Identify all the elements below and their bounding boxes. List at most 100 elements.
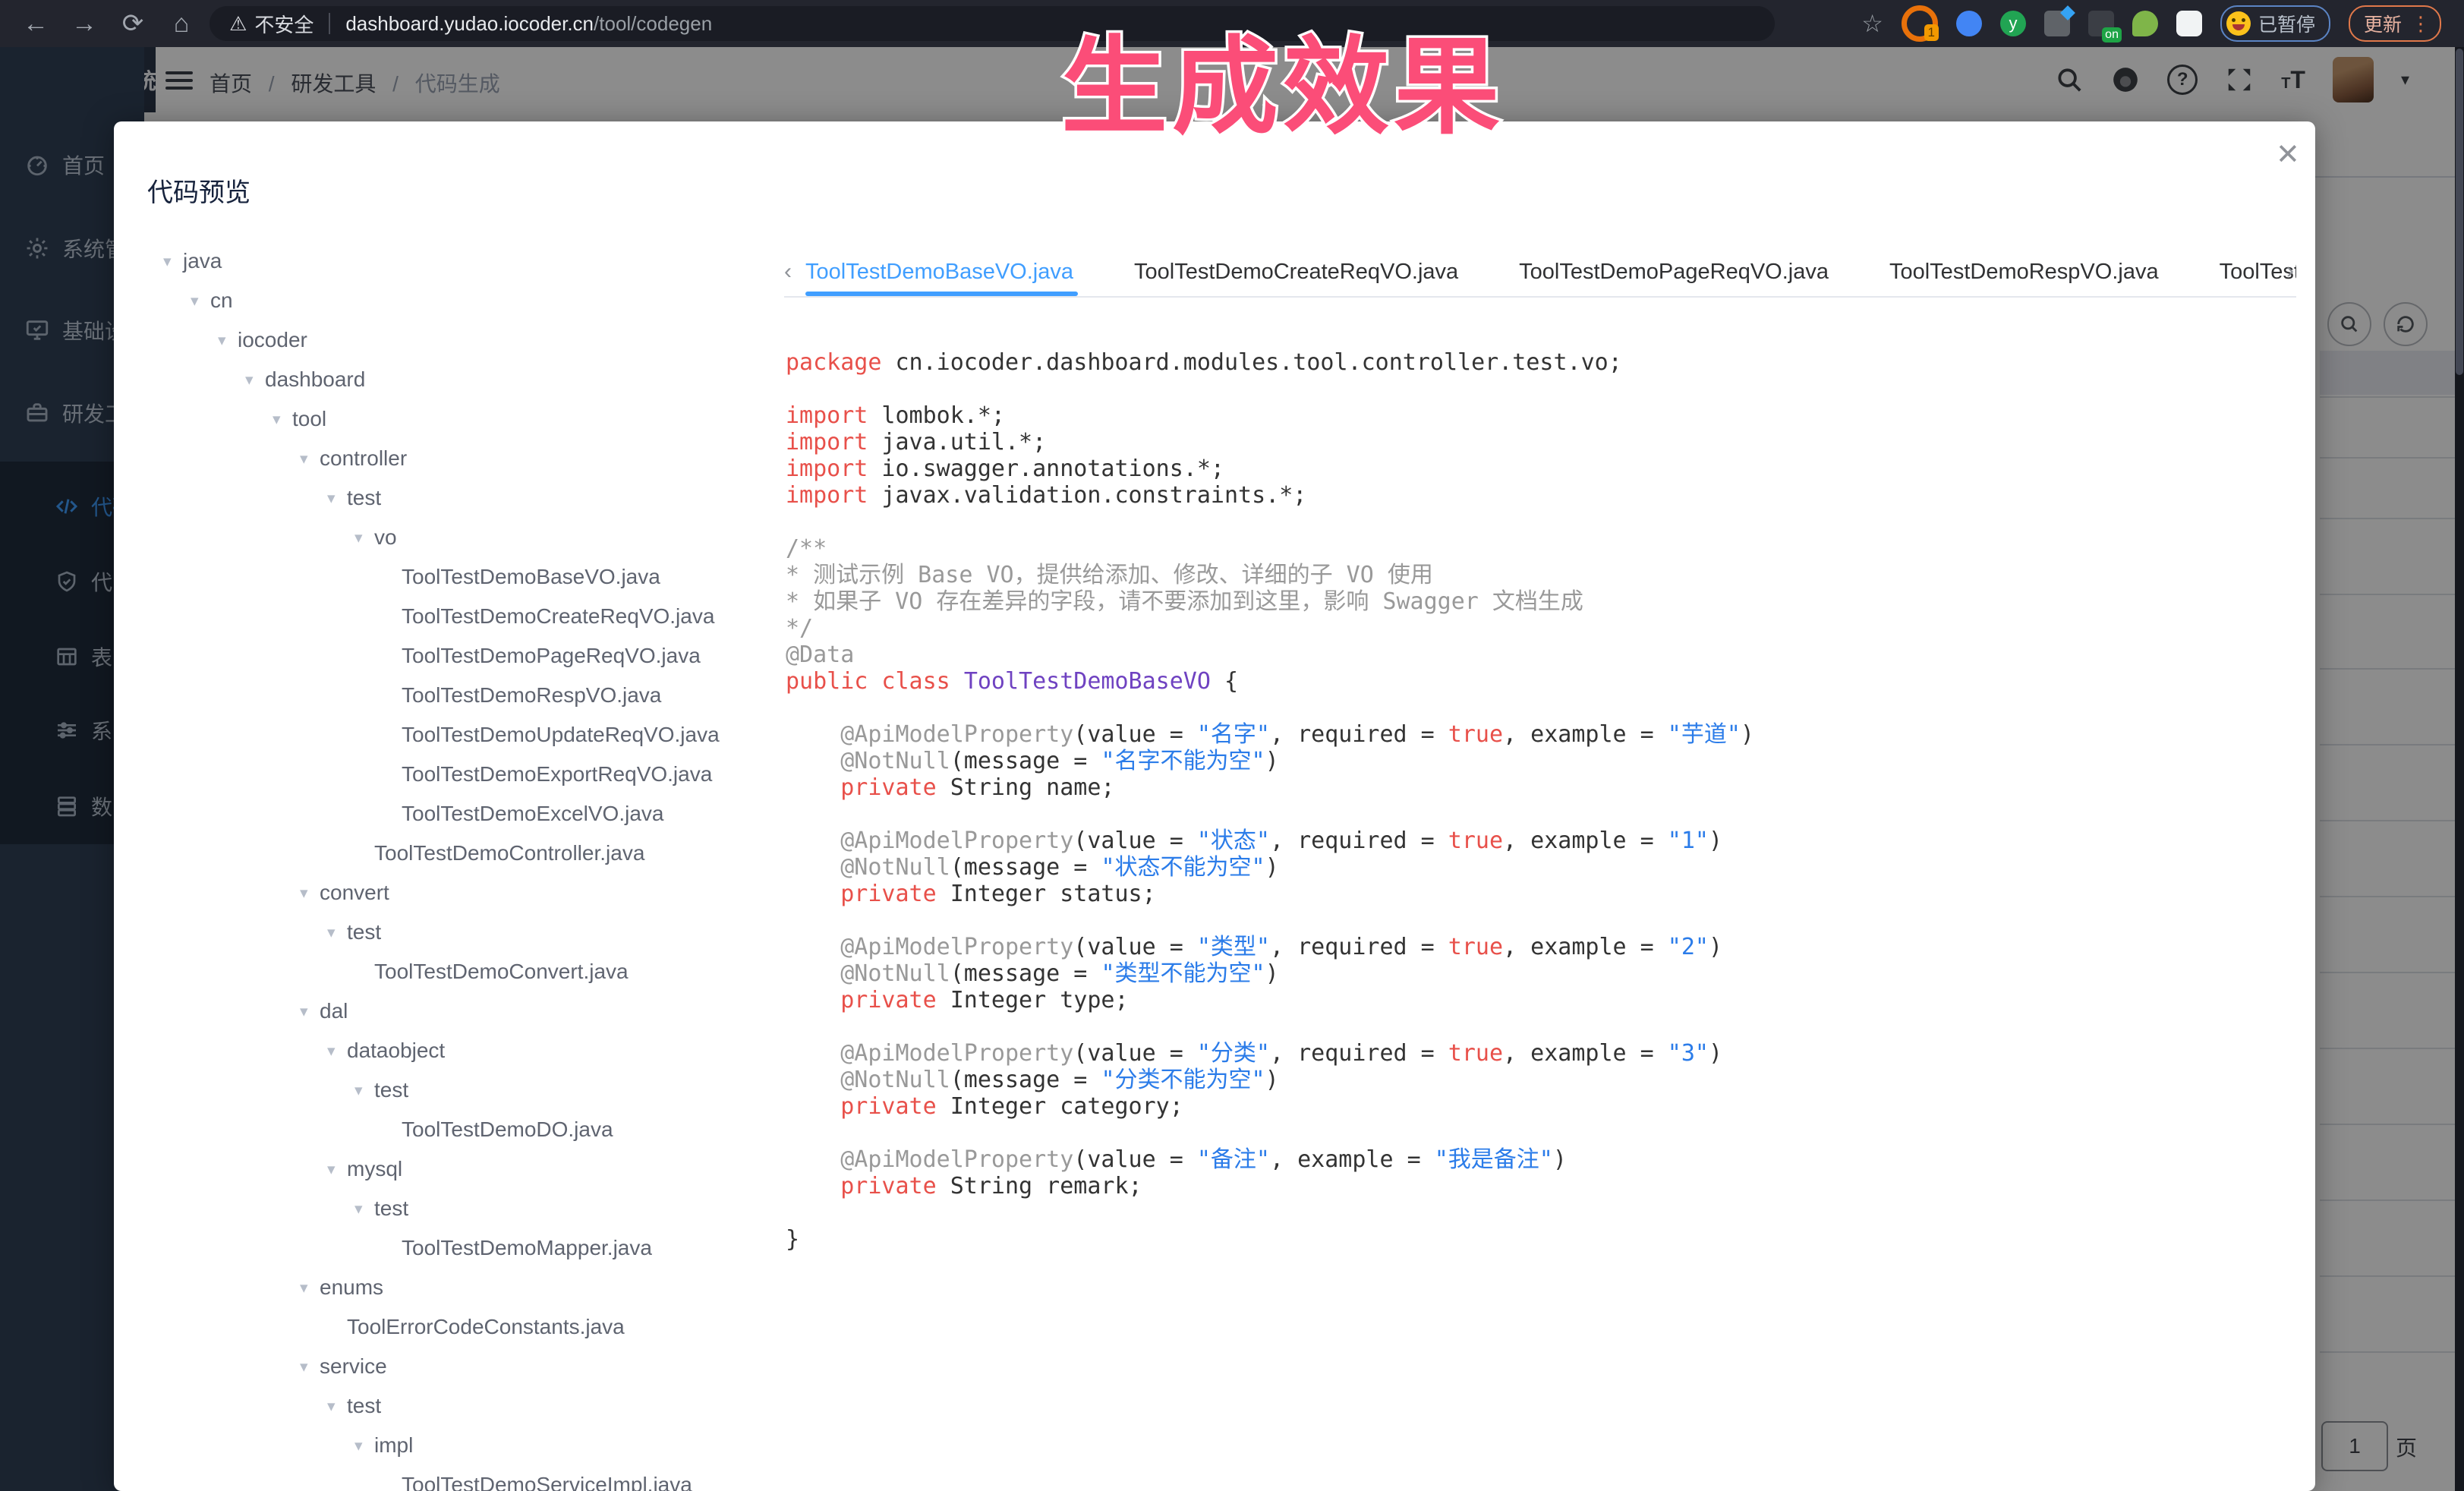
code-preview-dialog: 代码预览 ✕ ▾java▾cn▾iocoder▾dashboard▾tool▾c… <box>114 121 2315 1491</box>
tree-folder[interactable]: ▾tool <box>163 399 770 439</box>
tree-caret-icon[interactable]: ▾ <box>354 1436 374 1455</box>
tree-folder[interactable]: ▾mysql <box>163 1149 770 1189</box>
tree-file[interactable]: ▾ToolTestDemoExportReqVO.java <box>163 755 770 794</box>
tree-file[interactable]: ▾ToolTestDemoExcelVO.java <box>163 794 770 834</box>
tree-file[interactable]: ▾ToolTestDemoCreateReqVO.java <box>163 597 770 636</box>
extension-icon-grid[interactable] <box>2044 11 2070 36</box>
tree-file[interactable]: ▾ToolTestDemoUpdateReqVO.java <box>163 715 770 755</box>
tree-label: ToolTestDemoDO.java <box>402 1117 613 1142</box>
browser-menu-dots-icon[interactable]: ⋮ <box>2411 18 2431 29</box>
tree-folder[interactable]: ▾test <box>163 478 770 518</box>
scrollbar-thumb[interactable] <box>2456 49 2463 375</box>
address-bar[interactable]: ⚠ 不安全 dashboard.yudao.iocoder.cn/tool/co… <box>210 6 1775 41</box>
chrome-update-button[interactable]: 更新 ⋮ <box>2349 5 2441 42</box>
tree-caret-icon[interactable]: ▾ <box>273 410 292 429</box>
tree-folder[interactable]: ▾controller <box>163 439 770 478</box>
tree-caret-icon[interactable]: ▾ <box>327 1397 347 1416</box>
tree-file[interactable]: ▾ToolTestDemoPageReqVO.java <box>163 636 770 676</box>
code-line: @ApiModelProperty(value = "状态", required… <box>786 827 2289 854</box>
tree-folder[interactable]: ▾enums <box>163 1268 770 1307</box>
tab-3[interactable]: ToolTestDemoRespVO.java <box>1859 247 2189 296</box>
extension-icon-list[interactable]: on <box>2088 11 2114 36</box>
tree-caret-icon[interactable]: ▾ <box>300 449 320 468</box>
tree-folder[interactable]: ▾vo <box>163 518 770 557</box>
extension-icon-plant[interactable] <box>2132 11 2158 36</box>
extension-icon-orange[interactable]: 1 <box>1902 5 1938 42</box>
code-line: @ApiModelProperty(value = "备注", example … <box>786 1146 2289 1173</box>
tree-caret-icon[interactable]: ▾ <box>300 1357 320 1376</box>
tree-folder[interactable]: ▾test <box>163 913 770 952</box>
tree-caret-icon[interactable]: ▾ <box>300 1002 320 1021</box>
browser-reload-icon[interactable]: ⟳ <box>114 8 152 39</box>
tree-caret-icon[interactable]: ▾ <box>245 370 265 389</box>
tree-folder[interactable]: ▾cn <box>163 281 770 320</box>
tree-folder[interactable]: ▾dal <box>163 991 770 1031</box>
tree-label: ToolTestDemoCreateReqVO.java <box>402 604 714 629</box>
tree-label: test <box>374 1078 408 1102</box>
tree-folder[interactable]: ▾java <box>163 241 770 281</box>
paused-profile-button[interactable]: 已暂停 <box>2220 5 2330 42</box>
tree-label: dashboard <box>265 367 365 392</box>
code-line: private Integer category; <box>786 1093 2289 1120</box>
tree-caret-icon[interactable]: ▾ <box>327 489 347 508</box>
extension-icon-pin[interactable] <box>1956 11 1982 36</box>
bookmark-star-icon[interactable]: ☆ <box>1861 9 1883 38</box>
tree-label: iocoder <box>238 328 307 352</box>
tree-folder[interactable]: ▾test <box>163 1386 770 1426</box>
tree-caret-icon[interactable]: ▾ <box>191 292 210 310</box>
tree-file[interactable]: ▾ToolTestDemoController.java <box>163 834 770 873</box>
code-line: @ApiModelProperty(value = "名字", required… <box>786 721 2289 748</box>
tree-caret-icon[interactable]: ▾ <box>354 1081 374 1100</box>
extension-icon-green[interactable]: y <box>2000 11 2026 36</box>
tab-4[interactable]: ToolTestDemoUpdateReqVO.java <box>2189 247 2296 296</box>
tree-folder[interactable]: ▾service <box>163 1347 770 1386</box>
tab-2[interactable]: ToolTestDemoPageReqVO.java <box>1489 247 1859 296</box>
tree-file[interactable]: ▾ToolErrorCodeConstants.java <box>163 1307 770 1347</box>
tree-folder[interactable]: ▾convert <box>163 873 770 913</box>
tree-caret-icon[interactable]: ▾ <box>354 1199 374 1218</box>
code-line: import java.util.*; <box>786 429 2289 455</box>
tree-folder[interactable]: ▾dataobject <box>163 1031 770 1070</box>
tree-caret-icon[interactable]: ▾ <box>327 1160 347 1179</box>
code-line <box>786 801 2289 827</box>
tree-file[interactable]: ▾ToolTestDemoBaseVO.java <box>163 557 770 597</box>
tree-folder[interactable]: ▾dashboard <box>163 360 770 399</box>
tree-file[interactable]: ▾ToolTestDemoRespVO.java <box>163 676 770 715</box>
tree-label: vo <box>374 525 397 550</box>
tree-caret-icon[interactable]: ▾ <box>300 1278 320 1297</box>
tree-caret-icon[interactable]: ▾ <box>163 252 183 271</box>
code-line: } <box>786 1226 2289 1253</box>
tree-label: ToolTestDemoController.java <box>374 841 644 865</box>
tree-label: tool <box>292 407 326 431</box>
tree-folder[interactable]: ▾impl <box>163 1426 770 1465</box>
tree-file[interactable]: ▾ToolTestDemoDO.java <box>163 1110 770 1149</box>
tree-file[interactable]: ▾ToolTestDemoConvert.java <box>163 952 770 991</box>
tabs-scroll-right-icon[interactable]: › <box>2286 258 2294 284</box>
browser-forward-icon[interactable]: → <box>65 8 103 39</box>
tab-1[interactable]: ToolTestDemoCreateReqVO.java <box>1104 247 1489 296</box>
tree-file[interactable]: ▾ToolTestDemoServiceImpl.java <box>163 1465 770 1491</box>
tree-caret-icon[interactable]: ▾ <box>354 528 374 547</box>
tree-caret-icon[interactable]: ▾ <box>327 923 347 942</box>
tree-label: dataobject <box>347 1039 445 1063</box>
tree-folder[interactable]: ▾iocoder <box>163 320 770 360</box>
security-warning-icon[interactable]: ⚠ <box>229 12 247 36</box>
security-label[interactable]: 不安全 <box>254 10 314 38</box>
tree-label: dal <box>320 999 348 1023</box>
close-icon[interactable]: ✕ <box>2276 140 2300 170</box>
tree-folder[interactable]: ▾test <box>163 1070 770 1110</box>
browser-home-icon[interactable]: ⌂ <box>162 8 200 39</box>
screenshot-root: ← → ⟳ ⌂ ⚠ 不安全 dashboard.yudao.iocoder.cn… <box>0 0 2464 1491</box>
tree-folder[interactable]: ▾test <box>163 1189 770 1228</box>
tree-file[interactable]: ▾ToolTestDemoMapper.java <box>163 1228 770 1268</box>
tabs-scroll-left-icon[interactable]: ‹ <box>784 247 804 296</box>
tree-label: test <box>347 486 381 510</box>
tree-caret-icon[interactable]: ▾ <box>218 331 238 350</box>
tree-caret-icon[interactable]: ▾ <box>327 1042 347 1061</box>
browser-scrollbar[interactable] <box>2455 47 2464 1491</box>
extensions-puzzle-icon[interactable] <box>2176 11 2202 36</box>
tree-caret-icon[interactable]: ▾ <box>300 884 320 903</box>
tab-0[interactable]: ToolTestDemoBaseVO.java <box>804 247 1104 296</box>
browser-back-icon[interactable]: ← <box>17 8 55 39</box>
code-viewer[interactable]: package cn.iocoder.dashboard.modules.too… <box>786 349 2289 1253</box>
